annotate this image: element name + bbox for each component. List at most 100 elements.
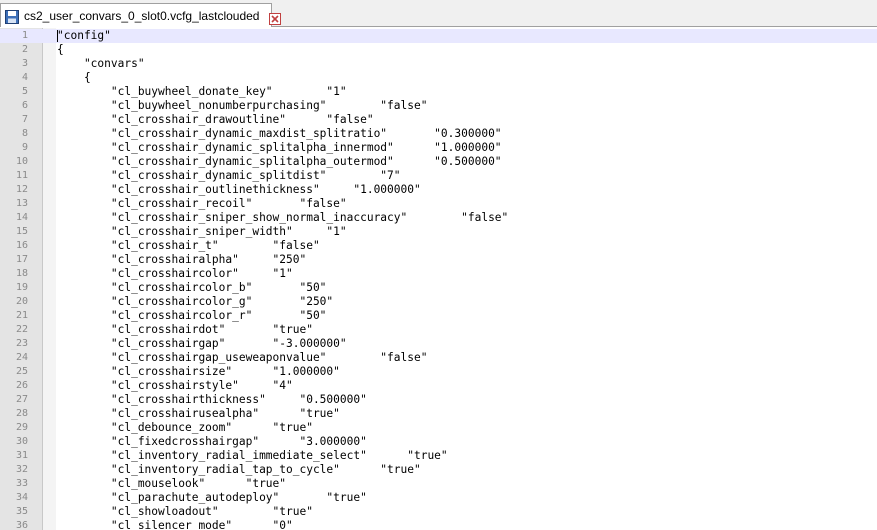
code-line[interactable]: 11 "cl_crosshair_dynamic_splitdist" "7" — [0, 169, 877, 183]
code-line[interactable]: 28 "cl_crosshairusealpha" "true" — [0, 407, 877, 421]
floppy-disk-icon — [5, 9, 19, 24]
code-line[interactable]: 29 "cl_debounce_zoom" "true" — [0, 421, 877, 435]
code-line[interactable]: 27 "cl_crosshairthickness" "0.500000" — [0, 393, 877, 407]
close-icon[interactable] — [269, 10, 282, 25]
code-line[interactable]: 3 "convars" — [0, 57, 877, 71]
code-text: "cl_showloadout" "true" — [57, 505, 313, 518]
code-text: "cl_crosshair_t" "false" — [57, 239, 320, 252]
code-line[interactable]: 6 "cl_buywheel_nonumberpurchasing" "fals… — [0, 99, 877, 113]
code-line[interactable]: 23 "cl_crosshairgap" "-3.000000" — [0, 337, 877, 351]
code-line[interactable]: 35 "cl_showloadout" "true" — [0, 505, 877, 519]
code-text: "cl_crosshair_sniper_show_normal_inaccur… — [57, 211, 509, 224]
code-line[interactable]: 18 "cl_crosshaircolor" "1" — [0, 267, 877, 281]
code-text: "cl_parachute_autodeploy" "true" — [57, 491, 367, 504]
code-text: "convars" — [57, 57, 145, 70]
line-number: 20 — [15, 296, 28, 307]
code-line[interactable]: 8 "cl_crosshair_dynamic_maxdist_splitrat… — [0, 127, 877, 141]
code-line[interactable]: 20 "cl_crosshaircolor_g" "250" — [0, 295, 877, 309]
code-line[interactable]: 17 "cl_crosshairalpha" "250" — [0, 253, 877, 267]
code-line[interactable]: 32 "cl_inventory_radial_tap_to_cycle" "t… — [0, 463, 877, 477]
text-caret — [57, 30, 58, 42]
code-text: "cl_crosshaircolor_r" "50" — [57, 309, 327, 322]
code-text: "cl_crosshair_dynamic_maxdist_splitratio… — [57, 127, 502, 140]
line-number: 15 — [15, 226, 28, 237]
code-text: "cl_crosshairalpha" "250" — [57, 253, 307, 266]
code-line[interactable]: 21 "cl_crosshaircolor_r" "50" — [0, 309, 877, 323]
code-line[interactable]: 19 "cl_crosshaircolor_b" "50" — [0, 281, 877, 295]
line-number: 23 — [15, 338, 28, 349]
line-number: 3 — [21, 58, 28, 69]
code-text: "cl_crosshaircolor_g" "250" — [57, 295, 334, 308]
code-line[interactable]: 5 "cl_buywheel_donate_key" "1" — [0, 85, 877, 99]
code-line[interactable]: 13 "cl_crosshair_recoil" "false" — [0, 197, 877, 211]
code-line[interactable]: 1 "config" — [0, 29, 877, 43]
line-number: 29 — [15, 422, 28, 433]
code-line[interactable]: 26 "cl_crosshairstyle" "4" — [0, 379, 877, 393]
line-number: 17 — [15, 254, 28, 265]
editor-area[interactable]: 1 "config" 2{3 "convars" 4 {5 "cl_buywheel_… — [0, 28, 877, 530]
line-number: 26 — [15, 380, 28, 391]
code-text: "cl_crosshaircolor" "1" — [57, 267, 293, 280]
code-line[interactable]: 9 "cl_crosshair_dynamic_splitalpha_inner… — [0, 141, 877, 155]
code-text: { — [57, 43, 64, 56]
line-number: 24 — [15, 352, 28, 363]
line-number: 35 — [15, 506, 28, 517]
code-text: "cl_fixedcrosshairgap" "3.000000" — [57, 435, 367, 448]
code-line[interactable]: 33 "cl_mouselook" "true" — [0, 477, 877, 491]
code-line[interactable]: 25 "cl_crosshairsize" "1.000000" — [0, 365, 877, 379]
line-number: 14 — [15, 212, 28, 223]
code-text: "cl_crosshairthickness" "0.500000" — [57, 393, 367, 406]
line-number: 19 — [15, 282, 28, 293]
line-number: 7 — [21, 114, 28, 125]
code-line[interactable]: 12 "cl_crosshair_outlinethickness" "1.00… — [0, 183, 877, 197]
code-text: { — [57, 71, 91, 84]
code-line[interactable]: 15 "cl_crosshair_sniper_width" "1" — [0, 225, 877, 239]
line-number: 36 — [15, 520, 28, 530]
line-number: 10 — [15, 156, 28, 167]
code-text: "cl_crosshair_dynamic_splitalpha_outermo… — [57, 155, 502, 168]
code-line[interactable]: 22 "cl_crosshairdot" "true" — [0, 323, 877, 337]
code-text: "cl_crosshairdot" "true" — [57, 323, 313, 336]
code-line[interactable]: 30 "cl_fixedcrosshairgap" "3.000000" — [0, 435, 877, 449]
code-text: "cl_debounce_zoom" "true" — [57, 421, 313, 434]
line-number: 9 — [21, 142, 28, 153]
line-number: 34 — [15, 492, 28, 503]
line-number: 2 — [21, 44, 28, 55]
code-line[interactable]: 31 "cl_inventory_radial_immediate_select… — [0, 449, 877, 463]
line-number: 5 — [21, 86, 28, 97]
code-text: "cl_crosshair_sniper_width" "1" — [57, 225, 347, 238]
code-line[interactable]: 2{ — [0, 43, 877, 57]
code-text: "cl_crosshair_drawoutline" "false" — [57, 113, 374, 126]
code-line[interactable]: 14 "cl_crosshair_sniper_show_normal_inac… — [0, 211, 877, 225]
code-text: "cl_inventory_radial_immediate_select" "… — [57, 449, 448, 462]
line-number: 11 — [15, 170, 28, 181]
line-number: 13 — [15, 198, 28, 209]
code-text: "cl_crosshaircolor_b" "50" — [57, 281, 327, 294]
line-number: 33 — [15, 478, 28, 489]
line-number: 27 — [15, 394, 28, 405]
code-line[interactable]: 16 "cl_crosshair_t" "false" — [0, 239, 877, 253]
code-line[interactable]: 4 { — [0, 71, 877, 85]
code-line[interactable]: 10 "cl_crosshair_dynamic_splitalpha_oute… — [0, 155, 877, 169]
code-line[interactable]: 36 "cl_silencer_mode" "0" — [0, 519, 877, 530]
code-text: "cl_crosshair_dynamic_splitdist" "7" — [57, 169, 401, 182]
code-line[interactable]: 7 "cl_crosshair_drawoutline" "false" — [0, 113, 877, 127]
code-text: "cl_mouselook" "true" — [57, 477, 287, 490]
code-text: "cl_crosshair_outlinethickness" "1.00000… — [57, 183, 421, 196]
line-number: 1 — [21, 30, 28, 41]
code-line[interactable]: 24 "cl_crosshairgap_useweaponvalue" "fal… — [0, 351, 877, 365]
line-number: 12 — [15, 184, 28, 195]
line-number: 32 — [15, 464, 28, 475]
line-number: 4 — [21, 72, 28, 83]
file-tab[interactable]: cs2_user_convars_0_slot0.vcfg_lastcloude… — [0, 3, 282, 27]
code-text: "cl_crosshairusealpha" "true" — [57, 407, 340, 420]
line-number: 21 — [15, 310, 28, 321]
code-line[interactable]: 34 "cl_parachute_autodeploy" "true" — [0, 491, 877, 505]
code-text: "cl_crosshair_recoil" "false" — [57, 197, 347, 210]
line-number: 8 — [21, 128, 28, 139]
code-text: "cl_crosshair_dynamic_splitalpha_innermo… — [57, 141, 502, 154]
line-number: 22 — [15, 324, 28, 335]
line-number: 25 — [15, 366, 28, 377]
code-text: "cl_buywheel_donate_key" "1" — [57, 85, 347, 98]
code-text: "cl_crosshairgap_useweaponvalue" "false" — [57, 351, 428, 364]
